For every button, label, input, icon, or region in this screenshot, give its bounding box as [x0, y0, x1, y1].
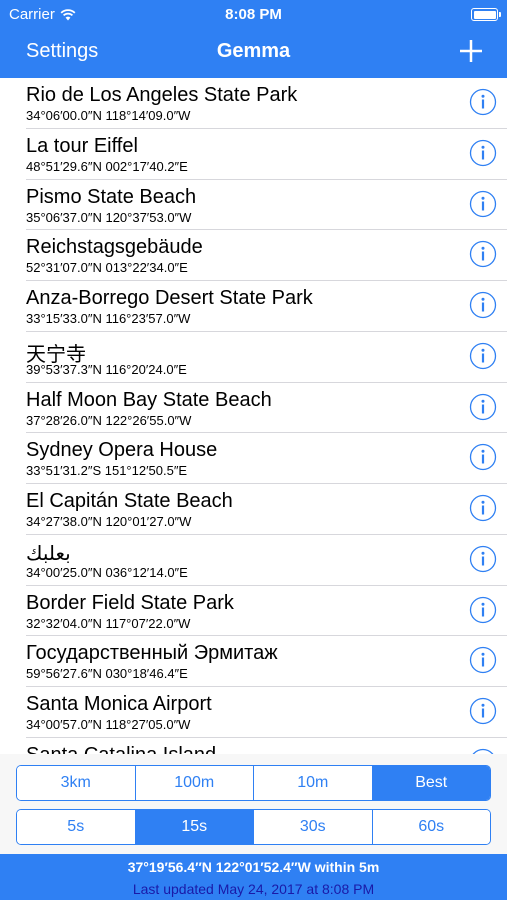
- info-icon[interactable]: [469, 342, 497, 370]
- list-item[interactable]: Border Field State Park 32°32′04.0″N 117°…: [26, 586, 507, 637]
- settings-panel: 3km 100m 10m Best 5s 15s 30s 60s: [0, 754, 507, 854]
- distance-option[interactable]: 10m: [254, 766, 373, 800]
- interval-option[interactable]: 5s: [17, 810, 136, 844]
- place-name: La tour Eiffel: [26, 134, 138, 157]
- plus-icon[interactable]: [457, 37, 485, 65]
- list-item[interactable]: Reichstagsgebäude 52°31′07.0″N 013°22′34.…: [26, 230, 507, 281]
- status-time: 8:08 PM: [225, 6, 282, 23]
- info-icon[interactable]: [469, 190, 497, 218]
- list-item[interactable]: Anza-Borrego Desert State Park 33°15′33.0…: [26, 281, 507, 332]
- place-name: Sydney Opera House: [26, 439, 218, 462]
- place-coordinates: 34°00′25.0″N 036°12′14.0″E: [26, 564, 188, 580]
- place-coordinates: 52°31′07.0″N 013°22′34.0″E: [26, 260, 188, 276]
- info-icon[interactable]: [469, 240, 497, 268]
- current-location: 37°19′56.4″N 122°01′52.4″W within 5m: [127, 859, 380, 875]
- place-coordinates: 34°27′38.0″N 120°01′27.0″W: [26, 514, 192, 529]
- place-name: Border Field State Park: [26, 591, 234, 614]
- info-icon[interactable]: [469, 139, 497, 167]
- distance-option[interactable]: 100m: [135, 766, 254, 800]
- place-coordinates: 39°53′37.3″N 116°20′24.0″E: [26, 361, 187, 377]
- distance-option[interactable]: Best: [372, 766, 490, 800]
- interval-option[interactable]: 30s: [254, 810, 373, 844]
- distance-segmented-control[interactable]: 3km 100m 10m Best: [16, 765, 491, 801]
- info-icon[interactable]: [469, 646, 497, 674]
- place-name: Half Moon Bay State Beach: [26, 388, 272, 411]
- interval-segmented-control[interactable]: 5s 15s 30s 60s: [16, 809, 491, 845]
- info-icon[interactable]: [469, 88, 497, 116]
- place-coordinates: 34°06′00.0″N 118°14′09.0″W: [26, 108, 191, 123]
- place-coordinates: 33°51′31.2″S 151°12′50.5″E: [26, 463, 188, 479]
- place-coordinates: 59°56′27.6″N 030°18′46.4″E: [26, 666, 188, 682]
- interval-option[interactable]: 15s: [135, 810, 254, 844]
- navigation-bar: Settings Gemma: [0, 28, 507, 78]
- place-coordinates: 37°28′26.0″N 122°26′55.0″W: [26, 412, 192, 428]
- info-icon[interactable]: [469, 393, 497, 421]
- info-icon[interactable]: [469, 494, 497, 522]
- list-item[interactable]: 天宁寺 39°53′37.3″N 116°20′24.0″E: [26, 332, 507, 383]
- info-icon[interactable]: [469, 291, 497, 319]
- settings-button[interactable]: Settings: [26, 40, 98, 63]
- places-list[interactable]: Rio de Los Angeles State Park 34°06′00.0″…: [0, 78, 507, 754]
- place-name: El Capitán State Beach: [26, 490, 233, 512]
- list-item[interactable]: Santa Catalina Island: [26, 738, 507, 754]
- place-coordinates: 34°00′57.0″N 118°27′05.0″W: [26, 717, 191, 732]
- list-item[interactable]: Half Moon Bay State Beach 37°28′26.0″N 12…: [26, 383, 507, 434]
- header: Carrier 8:08 PM Settings Gemma: [0, 0, 507, 78]
- place-coordinates: 35°06′37.0″N 120°37′53.0″W: [26, 209, 192, 225]
- list-item[interactable]: Государственный Эрмитаж 59°56′27.6″N 030°…: [26, 636, 507, 687]
- location-footer: 37°19′56.4″N 122°01′52.4″W within 5m Las…: [0, 854, 507, 900]
- info-icon[interactable]: [469, 545, 497, 573]
- list-item[interactable]: El Capitán State Beach 34°27′38.0″N 120°0…: [26, 484, 507, 535]
- info-icon[interactable]: [469, 596, 497, 624]
- list-item[interactable]: بعلبك 34°00′25.0″N 036°12′14.0″E: [26, 535, 507, 586]
- battery-icon: [471, 8, 501, 21]
- place-name: Pismo State Beach: [26, 185, 197, 208]
- list-item[interactable]: La tour Eiffel 48°51′29.6″N 002°17′40.2″E: [26, 129, 507, 180]
- place-name: Santa Monica Airport: [26, 693, 212, 715]
- place-name: Santa Catalina Island: [26, 744, 216, 754]
- distance-option[interactable]: 3km: [17, 766, 136, 800]
- status-bar: Carrier 8:08 PM: [0, 0, 507, 28]
- list-item[interactable]: Santa Monica Airport 34°00′57.0″N 118°27′…: [26, 687, 507, 738]
- list-item[interactable]: Rio de Los Angeles State Park 34°06′00.0″…: [26, 78, 507, 129]
- info-icon[interactable]: [469, 697, 497, 725]
- place-name: Rio de Los Angeles State Park: [26, 84, 298, 106]
- place-coordinates: 48°51′29.6″N 002°17′40.2″E: [26, 158, 188, 174]
- list-item[interactable]: Sydney Opera House 33°51′31.2″S 151°12′50…: [26, 433, 507, 484]
- place-name: Anza-Borrego Desert State Park: [26, 287, 313, 309]
- last-updated: Last updated May 24, 2017 at 8:08 PM: [132, 881, 375, 897]
- info-icon[interactable]: [469, 443, 497, 471]
- place-coordinates: 33°15′33.0″N 116°23′57.0″W: [26, 311, 191, 326]
- interval-option[interactable]: 60s: [372, 810, 490, 844]
- place-name: بعلبك: [26, 542, 71, 565]
- place-coordinates: 32°32′04.0″N 117°07′22.0″W: [26, 615, 191, 631]
- place-name: Государственный Эрмитаж: [26, 642, 278, 665]
- list-item[interactable]: Pismo State Beach 35°06′37.0″N 120°37′53.…: [26, 180, 507, 231]
- place-name: Reichstagsgebäude: [26, 236, 203, 259]
